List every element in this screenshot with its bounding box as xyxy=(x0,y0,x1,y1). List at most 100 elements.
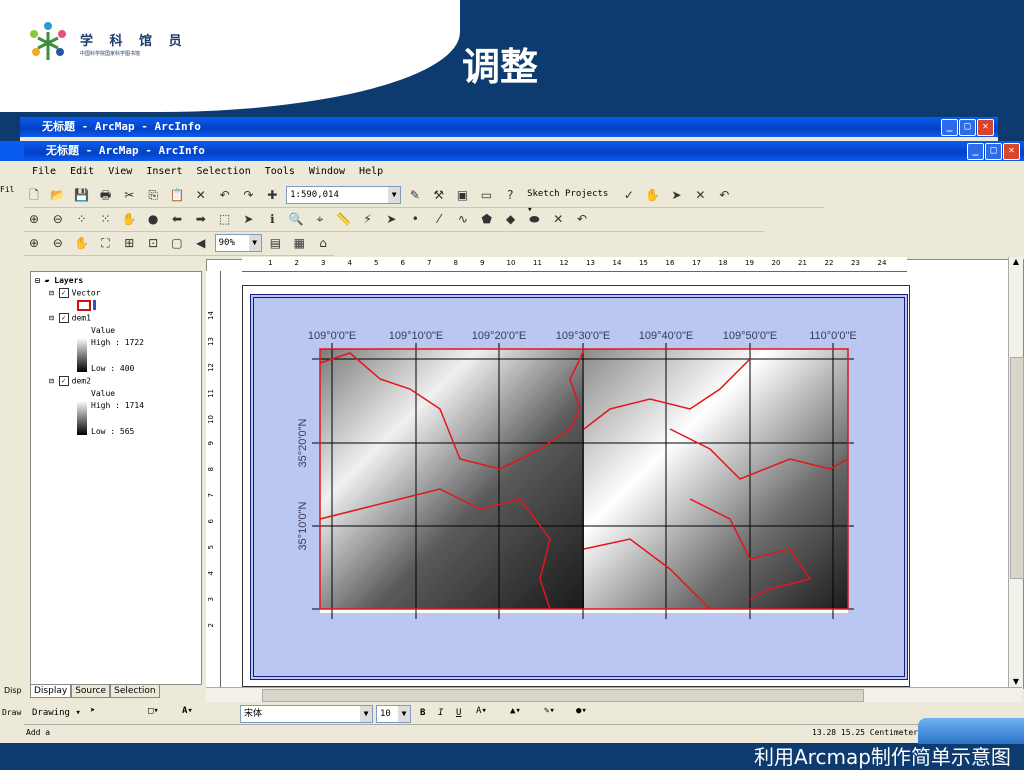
underline-button[interactable]: U xyxy=(456,708,461,718)
dropdown-arrow-icon[interactable]: ▼ xyxy=(398,706,410,722)
dem1-color-ramp[interactable] xyxy=(77,338,87,372)
visibility-checkbox[interactable]: ✓ xyxy=(58,288,69,298)
italic-button[interactable]: I xyxy=(438,708,443,718)
circle-icon[interactable]: ⬬ xyxy=(526,211,542,227)
dropdown-arrow-icon[interactable]: ▼ xyxy=(388,187,401,203)
select-elements-icon[interactable]: ➤ xyxy=(90,706,95,716)
visibility-checkbox[interactable]: ✓ xyxy=(58,376,69,386)
toc-layer-dem1[interactable]: ⊟ ✓ dem1 xyxy=(49,313,91,323)
toc-layer-vector[interactable]: ⊟ ✓ Vector xyxy=(49,288,101,298)
tab-display[interactable]: Display xyxy=(30,684,72,698)
undo-sketch-icon[interactable]: ↶ xyxy=(716,187,732,203)
drawing-menu[interactable]: Drawing ▾ xyxy=(32,708,81,718)
scroll-up-icon[interactable]: ▲ xyxy=(1009,257,1023,269)
go-back-icon[interactable]: ◀ xyxy=(193,235,209,251)
whats-this-icon[interactable]: ? xyxy=(502,187,518,203)
redo-icon[interactable]: ↷ xyxy=(240,187,256,203)
toc-root[interactable]: ⊟ ▰ Layers xyxy=(35,276,83,285)
page-extent-icon[interactable]: ▢ xyxy=(169,235,185,251)
layout-zoom-in-icon[interactable]: ⊕ xyxy=(26,235,42,251)
pan-icon[interactable]: ✋ xyxy=(645,187,661,203)
layout-zoom-out-icon[interactable]: ⊖ xyxy=(50,235,66,251)
clear-icon[interactable]: ✕ xyxy=(692,187,708,203)
line-icon[interactable]: ⁄ xyxy=(431,211,447,227)
layout-pan-icon[interactable]: ✋ xyxy=(74,235,90,251)
toolbox-icon[interactable]: ▣ xyxy=(455,187,471,203)
find-icon[interactable]: 🔍 xyxy=(288,211,304,227)
vertical-scrollbar[interactable]: ▲ ▼ xyxy=(1008,257,1024,689)
menu-help[interactable]: Help xyxy=(359,163,383,181)
menu-file[interactable]: File xyxy=(32,163,56,181)
bold-button[interactable]: B xyxy=(420,708,425,718)
tab-selection[interactable]: Selection xyxy=(110,684,160,698)
menu-edit[interactable]: Edit xyxy=(70,163,94,181)
dropdown-arrow-icon[interactable]: ▼ xyxy=(248,235,261,251)
new-document-icon[interactable]: 🗋 xyxy=(26,187,42,203)
zoom-in-icon[interactable]: ⊕ xyxy=(26,211,42,227)
print-icon[interactable]: 🖶 xyxy=(97,187,113,203)
zoom-100-icon[interactable]: ⊡ xyxy=(145,235,161,251)
arrow-icon[interactable]: ➤ xyxy=(669,187,685,203)
map-data-frame[interactable]: 109°0'0"E 109°10'0"E 109°20'0"E 109°30'0"E 1… xyxy=(270,323,860,643)
dropdown-arrow-icon[interactable]: ▼ xyxy=(360,706,372,722)
sketch-tool-icon[interactable]: ✓ xyxy=(621,187,637,203)
fixed-zoom-in-icon[interactable]: ⁘ xyxy=(74,211,90,227)
scroll-thumb[interactable] xyxy=(1010,357,1024,579)
focus-data-frame-icon[interactable]: ▦ xyxy=(291,235,307,251)
zoom-whole-page-icon[interactable]: ⛶ xyxy=(97,235,113,251)
fixed-zoom-out-icon[interactable]: ⁙ xyxy=(97,211,113,227)
toc-layer-dem2[interactable]: ⊟ ✓ dem2 xyxy=(49,376,91,386)
hyperlink-icon[interactable]: ⚡ xyxy=(360,211,376,227)
copy-icon[interactable]: ⎘ xyxy=(145,187,161,203)
pan-hand-icon[interactable]: ✋ xyxy=(121,211,137,227)
editor-icon[interactable]: ✎ xyxy=(407,187,423,203)
rectangle-tool-icon[interactable]: □▾ xyxy=(148,706,159,716)
full-extent-icon[interactable]: ● xyxy=(145,211,161,227)
back-window-titlebar[interactable]: 无标题 - ArcMap - ArcInfo _ □ ✕ xyxy=(20,117,998,137)
forward-extent-icon[interactable]: ➡ xyxy=(193,211,209,227)
point-icon[interactable]: • xyxy=(407,211,423,227)
visibility-checkbox[interactable]: ✓ xyxy=(58,313,69,323)
close-button[interactable]: ✕ xyxy=(1003,143,1020,160)
vector-symbol-swatch[interactable] xyxy=(77,300,91,311)
identify-icon[interactable]: ℹ xyxy=(264,211,280,227)
open-folder-icon[interactable]: 📂 xyxy=(50,187,66,203)
tab-source[interactable]: Source xyxy=(71,684,111,698)
change-layout-icon[interactable]: ⌂ xyxy=(315,235,331,251)
hscroll-thumb[interactable] xyxy=(262,689,864,702)
minimize-button[interactable]: _ xyxy=(967,143,984,160)
minimize-button[interactable]: _ xyxy=(941,119,958,136)
undo-edit-icon[interactable]: ↶ xyxy=(574,211,590,227)
edge-tab-label[interactable]: Disp xyxy=(4,686,22,695)
measure-icon[interactable]: 📏 xyxy=(336,211,352,227)
horizontal-scrollbar[interactable] xyxy=(206,687,1022,702)
polygon-icon[interactable]: ⬟ xyxy=(479,211,495,227)
add-data-icon[interactable]: ✚ xyxy=(264,187,280,203)
edit-tool-icon[interactable]: ➤ xyxy=(383,211,399,227)
new-text-icon[interactable]: A▾ xyxy=(182,706,193,716)
menu-insert[interactable]: Insert xyxy=(146,163,182,181)
fill-color-icon[interactable]: ▲▾ xyxy=(510,706,521,716)
close-button[interactable]: ✕ xyxy=(977,119,994,136)
go-to-xy-icon[interactable]: ⌖ xyxy=(312,211,328,227)
line-color-icon[interactable]: ✎▾ xyxy=(544,706,555,716)
toggle-draft-icon[interactable]: ▤ xyxy=(267,235,283,251)
marker-color-icon[interactable]: ●▾ xyxy=(576,706,587,716)
rectangle-icon[interactable]: ◆ xyxy=(503,211,519,227)
sketch-projects-menu[interactable]: Sketch Projects ▾ xyxy=(524,186,616,215)
font-color-icon[interactable]: A▾ xyxy=(476,706,487,716)
menu-tools[interactable]: Tools xyxy=(265,163,295,181)
polyline-icon[interactable]: ∿ xyxy=(455,211,471,227)
menu-selection[interactable]: Selection xyxy=(197,163,251,181)
maximize-button[interactable]: □ xyxy=(985,143,1002,160)
undo-icon[interactable]: ↶ xyxy=(217,187,233,203)
delete-icon[interactable]: ✕ xyxy=(193,187,209,203)
fixed-zoom-layout-icon[interactable]: ⊞ xyxy=(121,235,137,251)
arctoolbox-icon[interactable]: ⚒ xyxy=(431,187,447,203)
paste-icon[interactable]: 📋 xyxy=(169,187,185,203)
back-extent-icon[interactable]: ⬅ xyxy=(169,211,185,227)
menu-view[interactable]: View xyxy=(108,163,132,181)
font-size-combo[interactable]: 10 ▼ xyxy=(376,705,411,723)
window-titlebar[interactable]: 无标题 - ArcMap - ArcInfo _ □ ✕ xyxy=(24,141,1024,161)
command-line-icon[interactable]: ▭ xyxy=(478,187,494,203)
